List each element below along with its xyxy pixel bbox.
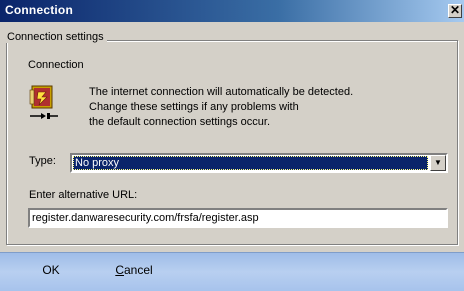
close-icon: ✕	[449, 3, 461, 17]
dropdown-arrow-icon[interactable]: ▼	[430, 155, 446, 171]
type-dropdown[interactable]: No proxy ▼	[70, 153, 448, 173]
cancel-button[interactable]: Cancel	[96, 258, 172, 282]
window-title: Connection	[5, 3, 73, 17]
ok-button-label: OK	[42, 263, 60, 277]
close-button[interactable]: ✕	[448, 4, 462, 18]
description-line: the default connection settings occur.	[89, 116, 271, 128]
title-bar[interactable]: Connection ✕	[0, 0, 464, 22]
connection-description: The internet connection will automatical…	[89, 85, 353, 130]
description-line: The internet connection will automatical…	[89, 86, 354, 98]
section-title: Connection	[28, 59, 84, 71]
connection-dialog: Connection ✕ Connection settings Connect…	[0, 0, 464, 291]
description-line: Change these settings if any problems wi…	[89, 101, 299, 113]
type-selected-value[interactable]: No proxy	[73, 156, 428, 170]
ok-button[interactable]: OK	[13, 258, 89, 282]
group-legend: Connection settings	[4, 31, 107, 43]
type-label: Type:	[29, 155, 56, 167]
url-label: Enter alternative URL:	[29, 189, 138, 201]
network-connection-icon	[29, 85, 58, 119]
cancel-mnemonic: C	[115, 263, 124, 277]
cancel-button-label: ancel	[123, 263, 153, 277]
alternative-url-input[interactable]	[28, 208, 448, 228]
